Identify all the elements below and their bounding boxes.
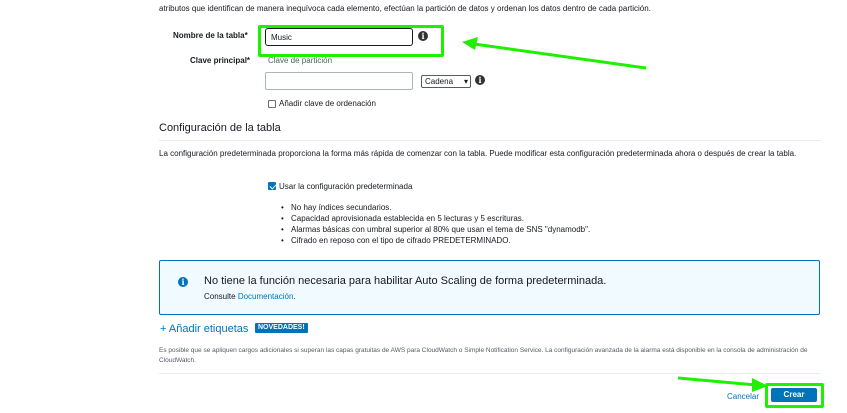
new-badge: NOVEDADES!: [255, 323, 308, 333]
defaults-list: No hay índices secundarios. Capacidad ap…: [281, 202, 681, 246]
partition-key-input[interactable]: [265, 72, 413, 90]
primary-key-label: Clave principal*: [190, 56, 251, 65]
cancel-button[interactable]: Cancelar: [727, 392, 759, 402]
use-default-label: Usar la configuración predeterminada: [279, 182, 413, 191]
arrow-annotation-create: [677, 376, 768, 392]
table-settings-heading: Configuración de la tabla: [159, 122, 281, 134]
table-name-input[interactable]: Music: [265, 28, 413, 46]
intro-text: atributos que identifican de manera ineq…: [159, 4, 651, 13]
list-item: No hay índices secundarios.: [281, 202, 681, 213]
documentation-link[interactable]: Documentación: [238, 292, 294, 301]
key-type-select[interactable]: Cadena ▾: [421, 75, 471, 88]
key-type-select-value: Cadena: [425, 77, 454, 86]
alert-consult-label: Consulte: [204, 292, 236, 301]
list-item: Alarmas básicas con umbral superior al 8…: [281, 224, 681, 235]
table-name-value: Music: [271, 33, 292, 42]
partition-key-label: Clave de partición: [268, 56, 333, 65]
info-icon[interactable]: i: [418, 31, 428, 41]
arrow-annotation-table-name: [462, 37, 647, 70]
list-item: Capacidad aprovisionada establecida en 5…: [281, 213, 681, 224]
alert-title: No tiene la función necesaria para habil…: [204, 275, 607, 287]
alert-body: Consulte Documentación.: [204, 292, 296, 302]
table-settings-description: La configuración predeterminada proporci…: [159, 149, 797, 158]
add-tags-link[interactable]: + Añadir etiquetas: [160, 323, 248, 336]
alert-suffix: .: [293, 292, 296, 301]
divider: [159, 140, 821, 141]
info-alert: i No tiene la función necesaria para hab…: [159, 260, 820, 315]
chevron-down-icon: ▾: [463, 77, 468, 86]
footnote: Es posible que se apliquen cargos adicio…: [159, 347, 808, 364]
create-button[interactable]: Crear: [771, 388, 817, 402]
info-circle-icon: i: [178, 277, 188, 287]
table-name-label: Nombre de la tabla*: [173, 31, 248, 40]
sort-key-label: Añadir clave de ordenación: [279, 99, 376, 108]
sort-key-checkbox[interactable]: [268, 100, 276, 108]
use-default-checkbox[interactable]: [268, 182, 276, 190]
info-icon[interactable]: i: [475, 75, 485, 85]
list-item: Cifrado en reposo con el tipo de cifrado…: [281, 235, 681, 246]
